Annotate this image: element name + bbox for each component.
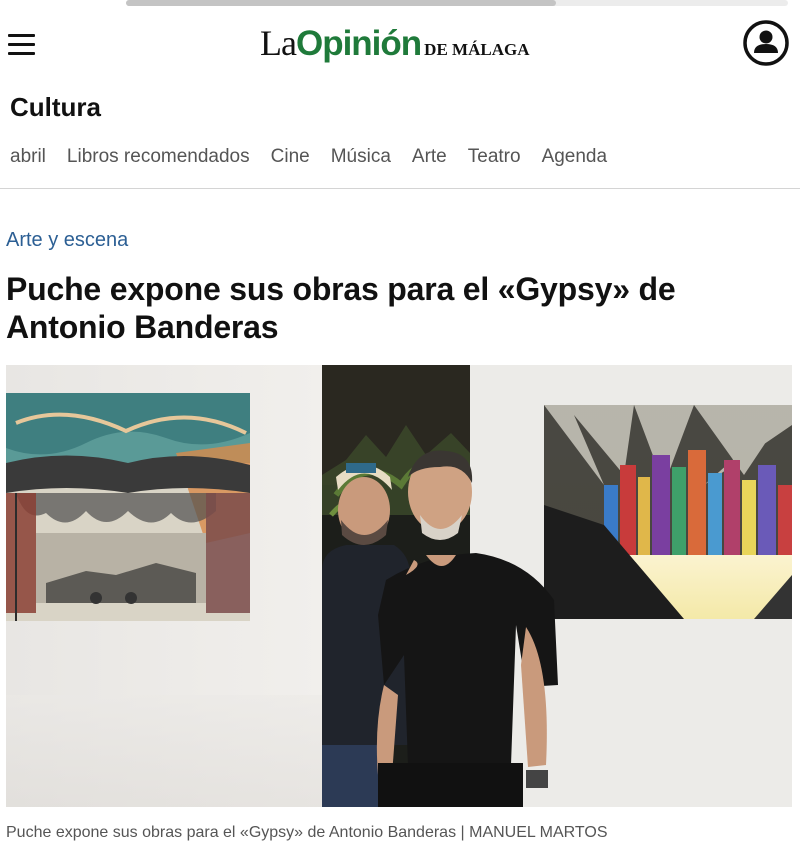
divider [0,188,800,189]
subnav-item-musica[interactable]: Música [331,146,391,168]
site-logo[interactable]: La Opinión DE MÁLAGA [260,22,529,66]
subnav-item-agenda[interactable]: Agenda [542,146,608,168]
scrollbar-thumb[interactable] [126,0,556,6]
subnav-item-teatro[interactable]: Teatro [468,146,521,168]
user-account-icon[interactable] [742,19,790,67]
article-headline[interactable]: Puche expone sus obras para el «Gypsy» d… [6,270,786,346]
photo-caption: Puche expone sus obras para el «Gypsy» d… [6,824,608,841]
logo-malaga: DE MÁLAGA [424,40,530,59]
logo-la: La [260,23,297,63]
subnav-item-cine[interactable]: Cine [271,146,310,168]
section-title: Cultura [10,92,101,122]
logo-opinion: Opinión [295,24,422,63]
section-subnav: abril Libros recomendados Cine Música Ar… [10,146,607,168]
subnav-item-libros[interactable]: Libros recomendados [67,146,250,168]
hamburger-menu-icon[interactable] [8,34,36,58]
subnav-item-arte[interactable]: Arte [412,146,447,168]
scrollbar[interactable] [126,0,788,6]
site-header: La Opinión DE MÁLAGA [0,8,800,80]
article-category[interactable]: Arte y escena [6,229,128,252]
subnav-item-abril[interactable]: abril [10,146,46,168]
article-photo[interactable] [6,365,792,807]
